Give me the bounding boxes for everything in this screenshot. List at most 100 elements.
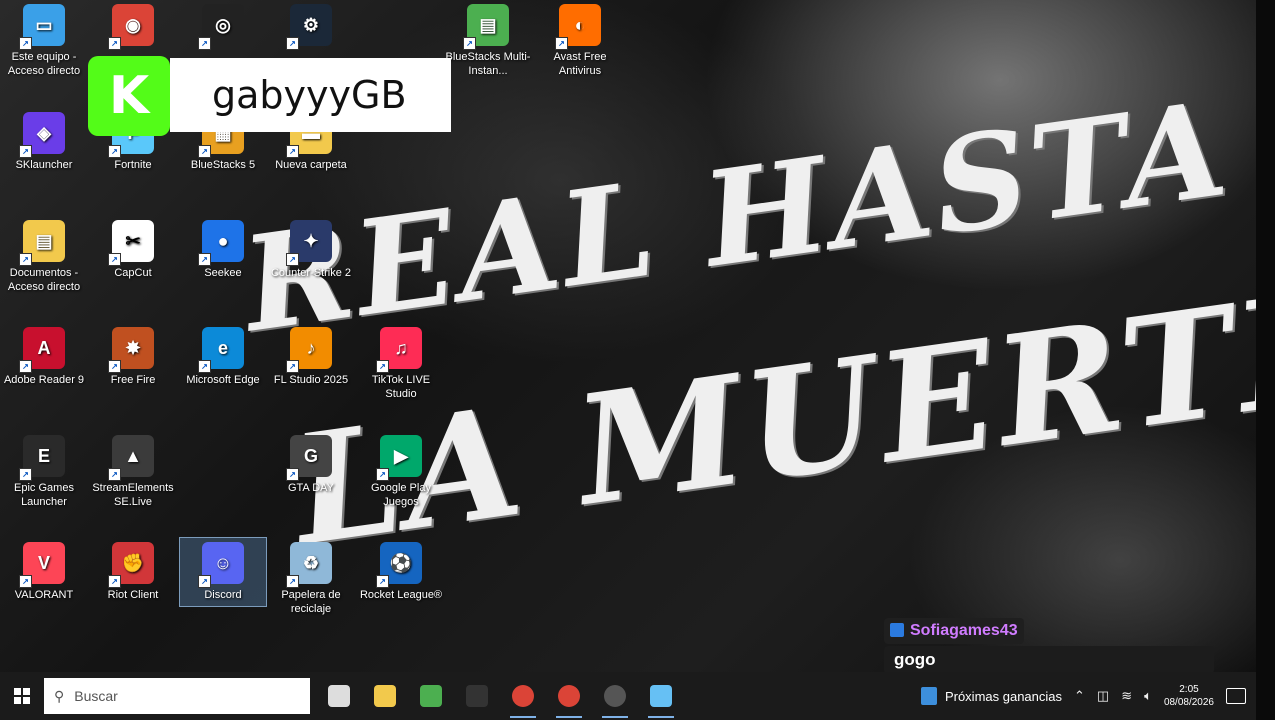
desktop-icon-gta[interactable]: G ↗ GTA DAY: [268, 435, 354, 495]
shortcut-arrow-icon: ↗: [198, 145, 211, 158]
shortcut-arrow-icon: ↗: [555, 37, 568, 50]
desktop-icon-label: SKlauncher: [15, 159, 73, 171]
search-icon: ⚲: [54, 687, 65, 704]
fl-studio-icon: ♪ ↗: [286, 327, 332, 373]
discord-icon: ☺ ↗: [198, 542, 244, 588]
shortcut-arrow-icon: ↗: [198, 253, 211, 266]
computer-icon: ▭ ↗: [19, 4, 65, 50]
desktop-icon-label: Fortnite: [114, 159, 152, 171]
desktop-icon-discord[interactable]: ☺ ↗ Discord: [179, 537, 267, 607]
google-play-games-icon: ▶ ↗: [376, 435, 422, 481]
desktop-icon-edge[interactable]: e ↗ Microsoft Edge: [180, 327, 266, 387]
desktop-icon-rocket-league[interactable]: ⚽ ↗ Rocket League®: [358, 542, 444, 602]
desktop-icon-label: CapCut: [114, 267, 152, 279]
volume-icon[interactable]: 🔈︎: [1144, 688, 1152, 704]
shortcut-arrow-icon: ↗: [19, 575, 32, 588]
desktop-icon-streamelements[interactable]: ▲ ↗ StreamElements SE.Live: [90, 435, 176, 509]
steam-icon: [650, 685, 672, 707]
streamelements-icon: ▲ ↗: [108, 435, 154, 481]
desktop-icon-label: Counter-Strike 2: [270, 267, 352, 279]
desktop-icon-counter-strike[interactable]: ✦ ↗ Counter-Strike 2: [268, 220, 354, 280]
shortcut-arrow-icon: ↗: [19, 360, 32, 373]
shortcut-arrow-icon: ↗: [108, 37, 121, 50]
shortcut-arrow-icon: ↗: [286, 575, 299, 588]
desktop-icon-valorant[interactable]: V ↗ VALORANT: [1, 542, 87, 602]
desktop-icon-steam[interactable]: ⚙ ↗: [268, 4, 354, 50]
shortcut-arrow-icon: ↗: [286, 468, 299, 481]
chrome-icon: [558, 685, 580, 707]
taskbar-app-bluestacks[interactable]: [408, 672, 454, 720]
chevron-up-icon[interactable]: ⌃: [1074, 688, 1085, 704]
desktop-icon-obs[interactable]: ◎ ↗: [180, 4, 266, 50]
desktop-icon-label: Adobe Reader 9: [3, 374, 85, 386]
desktop-icon-label: BlueStacks 5: [190, 159, 256, 171]
clock[interactable]: 2:05 08/08/2026: [1164, 683, 1214, 709]
taskbar-app-task-view[interactable]: [316, 672, 362, 720]
system-tray: Próximas ganancias ⌃ ◫ ≋ 🔈︎ 2:05 08/08/2…: [920, 683, 1256, 709]
chat-username: Sofiagames43: [884, 618, 1024, 644]
desktop-icon-label: Rocket League®: [359, 589, 443, 601]
earnings-widget[interactable]: Próximas ganancias: [920, 687, 1062, 705]
sklauncher-icon: ◈ ↗: [19, 112, 65, 158]
desktop-icon-recycle-bin[interactable]: ♻ ↗ Papelera de reciclaje: [268, 542, 354, 616]
desktop-icon-documents[interactable]: ▤ ↗ Documentos - Acceso directo: [1, 220, 87, 294]
desktop-icon-adobe-reader[interactable]: A ↗ Adobe Reader 9: [1, 327, 87, 387]
desktop-icon-label: Documentos - Acceso directo: [7, 267, 81, 293]
taskbar-app-chrome[interactable]: [500, 672, 546, 720]
desktop-icon-google-play-games[interactable]: ▶ ↗ Google Play Juegos: [358, 435, 444, 509]
desktop-icon-seekee[interactable]: ● ↗ Seekee: [180, 220, 266, 280]
desktop-icon-bluestacks-multi[interactable]: ▤ ↗ BlueStacks Multi-Instan...: [445, 4, 531, 78]
screen-edge: [1256, 0, 1275, 720]
taskbar-app-obs[interactable]: [592, 672, 638, 720]
shortcut-arrow-icon: ↗: [108, 575, 121, 588]
search-placeholder: Buscar: [74, 688, 118, 704]
desktop-icon-riot-client[interactable]: ✊ ↗ Riot Client: [90, 542, 176, 602]
desktop-icon-capcut[interactable]: ✂ ↗ CapCut: [90, 220, 176, 280]
file-explorer-icon: [374, 685, 396, 707]
edge-icon: e ↗: [198, 327, 244, 373]
taskbar-app-epic-games[interactable]: [454, 672, 500, 720]
meet-icon[interactable]: ◫: [1097, 688, 1109, 704]
task-view-icon: [328, 685, 350, 707]
desktop-icon-label: Papelera de reciclaje: [281, 589, 341, 615]
rocket-league-icon: ⚽ ↗: [376, 542, 422, 588]
taskbar-app-chrome[interactable]: [546, 672, 592, 720]
start-button[interactable]: [0, 672, 44, 720]
steam-icon: ⚙ ↗: [286, 4, 332, 50]
taskbar-app-file-explorer[interactable]: [362, 672, 408, 720]
wifi-icon[interactable]: ≋: [1121, 688, 1132, 704]
capcut-icon: ✂ ↗: [108, 220, 154, 266]
desktop-icon-chrome[interactable]: ◉ ↗: [90, 4, 176, 50]
shortcut-arrow-icon: ↗: [286, 37, 299, 50]
chat-message: gogo: [884, 646, 1214, 672]
notification-icon[interactable]: [1226, 688, 1246, 704]
seekee-icon: ● ↗: [198, 220, 244, 266]
streamer-overlay: K gabyyyGB: [88, 56, 451, 136]
desktop-icon-free-fire[interactable]: ✸ ↗ Free Fire: [90, 327, 176, 387]
bluestacks-icon: [420, 685, 442, 707]
desktop-icon-label: TikTok LIVE Studio: [371, 374, 431, 400]
desktop-icon-fl-studio[interactable]: ♪ ↗ FL Studio 2025: [268, 327, 354, 387]
desktop-icon-computer[interactable]: ▭ ↗ Este equipo - Acceso directo: [1, 4, 87, 78]
gta-icon: G ↗: [286, 435, 332, 481]
taskbar-app-steam[interactable]: [638, 672, 684, 720]
desktop-icon-epic-games[interactable]: E ↗ Epic Games Launcher: [1, 435, 87, 509]
desktop-icon-tiktok[interactable]: ♫ ↗ TikTok LIVE Studio: [358, 327, 444, 401]
recycle-bin-icon: ♻ ↗: [286, 542, 332, 588]
earnings-icon: [920, 687, 937, 705]
desktop-icon-label: Avast Free Antivirus: [553, 51, 607, 77]
search-box[interactable]: ⚲ Buscar: [44, 678, 310, 714]
desktop-icon-avast[interactable]: ◐ ↗ Avast Free Antivirus: [537, 4, 623, 78]
desktop-icon-label: GTA DAY: [287, 482, 335, 494]
desktop: REAL HASTA LA MUERTE ▭↗Este equipo - Acc…: [0, 0, 1256, 672]
chrome-icon: ◉ ↗: [108, 4, 154, 50]
chat-badge-icon: [890, 623, 904, 637]
riot-client-icon: ✊ ↗: [108, 542, 154, 588]
desktop-icon-label: Google Play Juegos: [371, 482, 431, 508]
desktop-icon-sklauncher[interactable]: ◈ ↗ SKlauncher: [1, 112, 87, 172]
counter-strike-icon: ✦ ↗: [286, 220, 332, 266]
shortcut-arrow-icon: ↗: [286, 360, 299, 373]
tiktok-icon: ♫ ↗: [376, 327, 422, 373]
desktop-icon-label: VALORANT: [14, 589, 74, 601]
epic-games-icon: E ↗: [19, 435, 65, 481]
